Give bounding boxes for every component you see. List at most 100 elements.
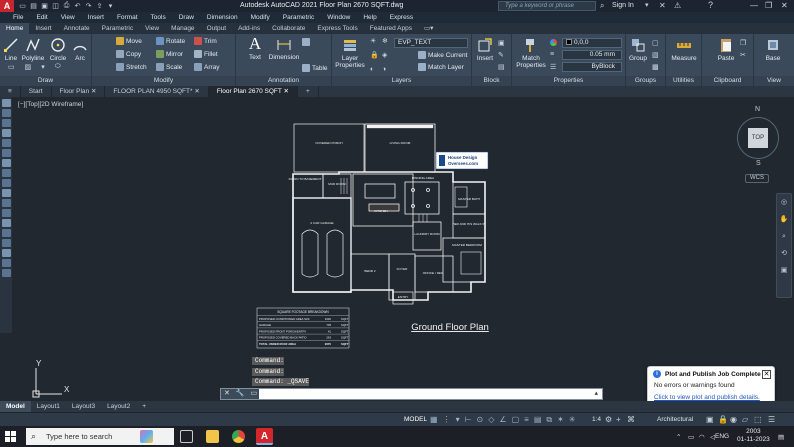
tool-palette-icon[interactable] [1,169,11,177]
transparency-icon[interactable]: ▤ [534,415,542,425]
tool-palette-icon[interactable] [1,269,11,277]
menu-modify[interactable]: Modify [251,14,270,21]
model-space-toggle[interactable]: MODEL [404,416,427,423]
draw-panel-label[interactable]: Draw [0,76,91,86]
stay-connected-icon[interactable]: ⚠ [674,1,681,10]
edit-block-icon[interactable]: ✎ [498,50,505,62]
view-cube[interactable]: N TOP S WCS [732,106,784,184]
color-dropdown[interactable]: 0,0,0 [562,38,622,48]
doc-tab-2[interactable]: FLOOR PLAN 4950 SQFT* ✕ [105,86,209,97]
tool-palette-icon[interactable] [1,149,11,157]
menu-help[interactable]: Help [363,14,376,21]
linetype-icon[interactable]: ☰ [550,63,556,71]
group-button[interactable]: Group [628,37,648,62]
object-snap-tracking-icon[interactable]: ∠ [499,415,506,425]
tool-palette-icon[interactable] [1,129,11,137]
group-select-icon[interactable]: ▩ [652,62,659,74]
cube-top-face[interactable]: TOP [748,128,768,148]
tool-palette-icon[interactable] [1,259,11,267]
tool-palette-icon[interactable] [1,139,11,147]
wcs-menu[interactable]: WCS [745,174,769,183]
lineweight-icon[interactable]: ≡ [550,51,554,58]
taskbar-clock[interactable]: 2003 01-11-2023 [737,428,770,444]
text-button[interactable]: A Text [244,35,266,61]
doc-tab-0[interactable]: Start [21,86,52,97]
menu-insert[interactable]: Insert [88,14,104,21]
rotate-button[interactable]: Rotate [156,37,185,45]
ribbon-tab-output[interactable]: Output [201,23,233,34]
undo-icon[interactable]: ↶ [73,2,82,10]
command-input[interactable] [261,389,591,399]
ribbon-tab-manage[interactable]: Manage [165,23,201,34]
table-button[interactable]: Table [302,64,328,72]
hatch-icon[interactable]: ▨ [25,63,32,72]
dropdown-arrow-icon[interactable]: ▾ [645,1,649,9]
chrome-icon[interactable] [232,430,245,443]
new-tab-button[interactable]: + [298,86,319,97]
view-panel-label[interactable]: View [754,76,794,86]
sign-in-button[interactable]: Sign In [612,2,634,9]
tool-palette-icon[interactable] [1,219,11,227]
layout-tab-layout1[interactable]: Layout1 [31,401,66,412]
isodraft-icon[interactable]: ◇ [488,415,494,425]
utilities-panel-label[interactable]: Utilities [666,76,701,86]
block-panel-label[interactable]: Block [472,76,511,86]
layer-dropdown[interactable]: EVP_TEXT [394,38,468,48]
make-current-button[interactable]: Make Current [418,51,467,59]
ribbon-tab-insert[interactable]: Insert [29,23,57,34]
fillet-button[interactable]: Fillet [194,50,218,58]
tool-palette-icon[interactable] [1,119,11,127]
layout-tab-layout2[interactable]: Layout2 [101,401,136,412]
customize-qat-icon[interactable]: ▾ [106,2,115,10]
arc-button[interactable]: Arc [70,37,90,62]
dropdown-arrow-icon[interactable]: ▾ [456,415,460,425]
block-attribute-icon[interactable]: ▤ [498,62,505,74]
close-tab-icon[interactable]: ✕ [193,88,199,95]
close-command-line-icon[interactable]: ✕ [224,390,230,397]
restore-button[interactable]: ❐ [765,1,772,10]
groups-panel-label[interactable]: Groups [626,76,665,86]
ribbon-tab-parametric[interactable]: Parametric [96,23,139,34]
menu-edit[interactable]: Edit [36,14,47,21]
close-tab-icon[interactable]: ✕ [89,88,96,95]
group-edit-icon[interactable]: ▧ [652,50,659,62]
ribbon-tab-add-ins[interactable]: Add-ins [232,23,266,34]
recent-commands-icon[interactable]: ▭ [251,390,258,397]
match-properties-button[interactable]: Match Properties [514,37,548,69]
network-icon[interactable]: ▭ [688,433,694,441]
polyline-button[interactable]: Polyline [20,37,46,62]
zoom-extents-icon[interactable]: ⌕ [777,228,791,245]
menu-view[interactable]: View [61,14,75,21]
floor-plan-drawing[interactable]: House Design Oversees.com COVERED PORCH L… [253,122,493,352]
dimension-button[interactable]: Dimension [268,36,300,61]
units-dropdown[interactable]: Architectural [657,416,693,423]
plot-details-link[interactable]: Click to view plot and publish details. [654,394,760,401]
annotation-scale-icon[interactable]: ✳ [569,415,576,425]
lineweight-toggle-icon[interactable]: ≡ [524,415,529,425]
menu-express[interactable]: Express [390,14,413,21]
pan-icon[interactable]: ✋ [777,211,791,228]
tool-palette-icon[interactable] [1,229,11,237]
new-file-icon[interactable]: ▭ [18,2,27,10]
menu-tools[interactable]: Tools [151,14,166,21]
create-block-icon[interactable]: ▣ [498,38,505,50]
ribbon-tab-collaborate[interactable]: Collaborate [266,23,311,34]
tool-palette-icon[interactable] [1,189,11,197]
snap-icon[interactable]: ⋮ [443,415,451,425]
menu-draw[interactable]: Draw [179,14,194,21]
save-icon[interactable]: ▣ [40,2,49,10]
tool-palette-icon[interactable] [1,179,11,187]
doc-tab-3[interactable]: Floor Plan 2670 SQFT ✕ [208,86,298,97]
ribbon-tab-featured-apps[interactable]: Featured Apps [364,23,418,34]
notifications-icon[interactable]: ▤ [778,433,784,441]
trim-button[interactable]: Trim [194,37,217,45]
quick-properties-icon[interactable]: ▣ [706,415,714,424]
binoculars-icon[interactable]: ⌕ [600,1,604,11]
copy-button[interactable]: Copy [116,50,141,58]
properties-panel-label[interactable]: Properties [512,76,625,86]
file-tabs-menu-icon[interactable]: ≡ [0,86,21,97]
menu-format[interactable]: Format [117,14,138,21]
dropdown-arrow-icon[interactable]: ▾ [41,63,45,72]
search-highlight-icon[interactable] [140,430,153,443]
rectangle-icon[interactable]: ▭ [8,63,15,72]
